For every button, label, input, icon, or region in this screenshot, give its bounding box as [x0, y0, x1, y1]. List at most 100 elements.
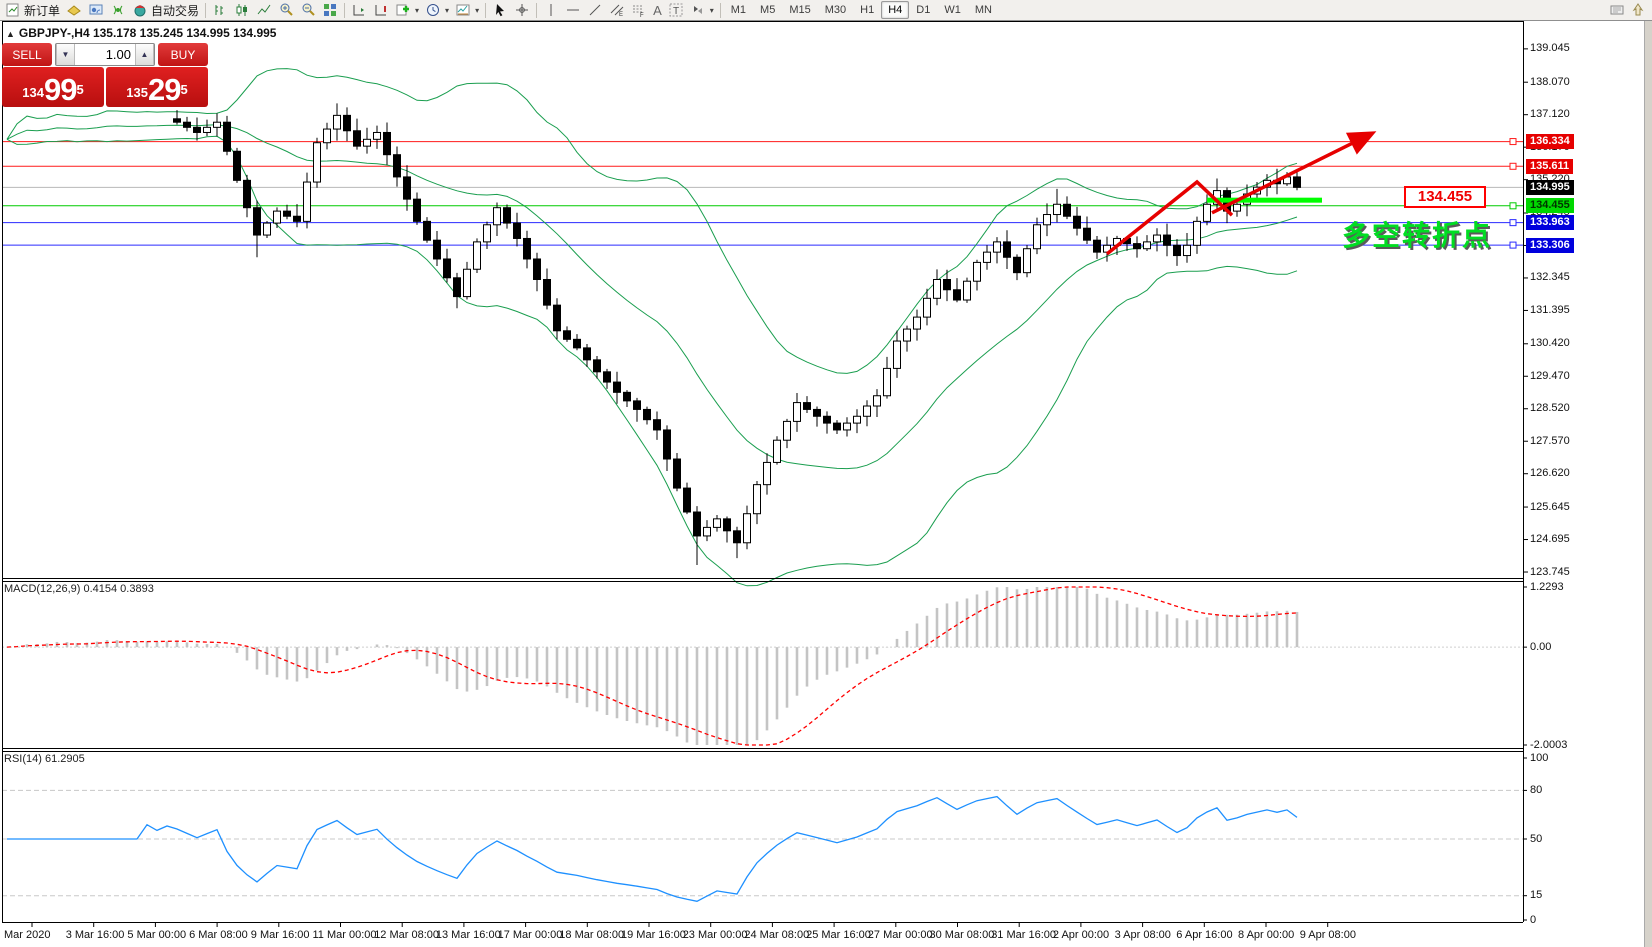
support-zone-bar[interactable] [1207, 198, 1322, 203]
auto-scroll-button[interactable] [348, 1, 370, 19]
timeframe-button-W1[interactable]: W1 [937, 1, 968, 19]
price-axis-tick-label: 129.470 [1530, 370, 1570, 382]
macd-axis-label: 0.00 [1530, 641, 1551, 653]
timeframe-button-M30[interactable]: M30 [818, 1, 853, 19]
periods-button[interactable]: ▾ [422, 1, 452, 19]
price-axis-tick-label: 131.395 [1530, 304, 1570, 316]
fibonacci-tool[interactable]: F [628, 1, 650, 19]
separator [344, 3, 345, 18]
indicators-button[interactable]: ▾ [392, 1, 422, 19]
collapse-marker-icon[interactable]: ▲ [6, 29, 15, 39]
volume-increase-button[interactable]: ▲ [135, 44, 154, 65]
rsi-line [7, 797, 1297, 902]
templates-icon [455, 2, 471, 18]
price-tag-133.963: 133.963 [1526, 215, 1574, 230]
mt4-window: 新订单 自动交易 [0, 0, 1652, 947]
timeframe-button-H4[interactable]: H4 [881, 1, 909, 19]
time-axis-label: 6 Mar 08:00 [189, 929, 248, 941]
buy-price-display[interactable]: 135295 [106, 67, 208, 107]
cursor-button[interactable] [489, 1, 511, 19]
arrows-tool[interactable]: ▾ [687, 1, 717, 19]
market-watch-button[interactable] [85, 1, 107, 19]
volume-input[interactable] [75, 44, 135, 65]
hand-cursor-icon [1631, 2, 1647, 18]
chart-canvas[interactable] [0, 21, 1652, 947]
ledger-button[interactable] [63, 1, 85, 19]
chevron-down-icon: ▾ [415, 6, 419, 15]
zoom-out-icon [300, 2, 316, 18]
timeframe-button-M15[interactable]: M15 [782, 1, 817, 19]
price-level-annotation-box[interactable]: 134.455 [1404, 186, 1486, 208]
price-tag-133.306: 133.306 [1526, 238, 1574, 253]
crosshair-button[interactable] [511, 1, 533, 19]
one-click-trading-panel: SELL ▼ ▲ BUY 134995 135295 [2, 43, 208, 107]
autotrading-button[interactable]: 自动交易 [129, 1, 202, 19]
line-anchor-square[interactable] [1510, 163, 1516, 169]
line-anchor-square[interactable] [1510, 220, 1516, 226]
time-axis-label: 27 Mar 00:00 [868, 929, 933, 941]
chevron-down-icon: ▾ [445, 6, 449, 15]
macd-axis-label: -2.0003 [1530, 739, 1567, 751]
bollinger-upper-band [7, 69, 1297, 374]
autotrading-icon [132, 2, 148, 18]
candlestick-icon [234, 2, 250, 18]
sell-price-pip: 5 [76, 75, 83, 105]
candlestick-type-button[interactable] [231, 1, 253, 19]
text-tool[interactable]: A [650, 1, 665, 19]
sell-button[interactable]: SELL [2, 43, 52, 66]
signals-icon [110, 2, 126, 18]
text-label-tool[interactable]: T [665, 1, 687, 19]
zoom-in-button[interactable] [275, 1, 297, 19]
line-anchor-square[interactable] [1510, 139, 1516, 145]
signals-button[interactable] [107, 1, 129, 19]
chart-shift-button[interactable] [370, 1, 392, 19]
price-axis-tick-label: 132.345 [1530, 271, 1570, 283]
macd-histogram [7, 587, 1297, 745]
time-axis-label: 3 Apr 08:00 [1115, 929, 1171, 941]
buy-price-big: 29 [148, 74, 180, 105]
zoom-in-icon [278, 2, 294, 18]
timeframe-button-M1[interactable]: M1 [724, 1, 753, 19]
buy-button[interactable]: BUY [158, 43, 208, 66]
timeframe-toolbar: M1M5M15M30H1H4D1W1MN [724, 1, 999, 19]
new-order-icon [5, 2, 21, 18]
sell-price-display[interactable]: 134995 [2, 67, 104, 107]
timeframe-button-MN[interactable]: MN [968, 1, 999, 19]
price-tag-134.455: 134.455 [1526, 198, 1574, 213]
hand-cursor-button[interactable] [1628, 1, 1650, 19]
bar-chart-type-button[interactable] [209, 1, 231, 19]
tile-windows-button[interactable] [319, 1, 341, 19]
journal-button[interactable] [1606, 1, 1628, 19]
templates-button[interactable]: ▾ [452, 1, 482, 19]
zoom-out-button[interactable] [297, 1, 319, 19]
auto-scroll-icon [351, 2, 367, 18]
price-axis-tick-label: 127.570 [1530, 435, 1570, 447]
window-edge-strip [1644, 21, 1652, 947]
text-label-icon: T [668, 2, 684, 18]
line-anchor-square[interactable] [1510, 203, 1516, 209]
rsi-axis-label: 15 [1530, 889, 1542, 901]
rsi-axis-label: 100 [1530, 752, 1548, 764]
new-order-button[interactable]: 新订单 [2, 1, 63, 19]
buy-price-handle: 135 [126, 81, 148, 105]
price-tag-136.334: 136.334 [1526, 134, 1574, 149]
candlestick-series [174, 103, 1301, 565]
price-tag-134.995: 134.995 [1526, 180, 1574, 195]
channel-tool[interactable]: E [606, 1, 628, 19]
timeframe-button-H1[interactable]: H1 [853, 1, 881, 19]
price-axis-tick-label: 130.420 [1530, 337, 1570, 349]
volume-decrease-button[interactable]: ▼ [56, 44, 75, 65]
rsi-axis-label: 0 [1530, 914, 1536, 926]
macd-signal-line [7, 587, 1297, 745]
horizontal-line-tool[interactable] [562, 1, 584, 19]
time-axis-label: 31 Mar 16:00 [991, 929, 1056, 941]
symbol-quote-line: ▲GBPJPY-,H4 135.178 135.245 134.995 134.… [6, 26, 276, 40]
vertical-line-tool[interactable] [540, 1, 562, 19]
trendline-tool[interactable] [584, 1, 606, 19]
line-anchor-square[interactable] [1510, 242, 1516, 248]
turning-point-annotation[interactable]: 多空转折点 [1342, 214, 1492, 254]
line-chart-type-button[interactable] [253, 1, 275, 19]
timeframe-button-M5[interactable]: M5 [753, 1, 782, 19]
time-axis-label: 18 Mar 08:00 [559, 929, 624, 941]
timeframe-button-D1[interactable]: D1 [909, 1, 937, 19]
